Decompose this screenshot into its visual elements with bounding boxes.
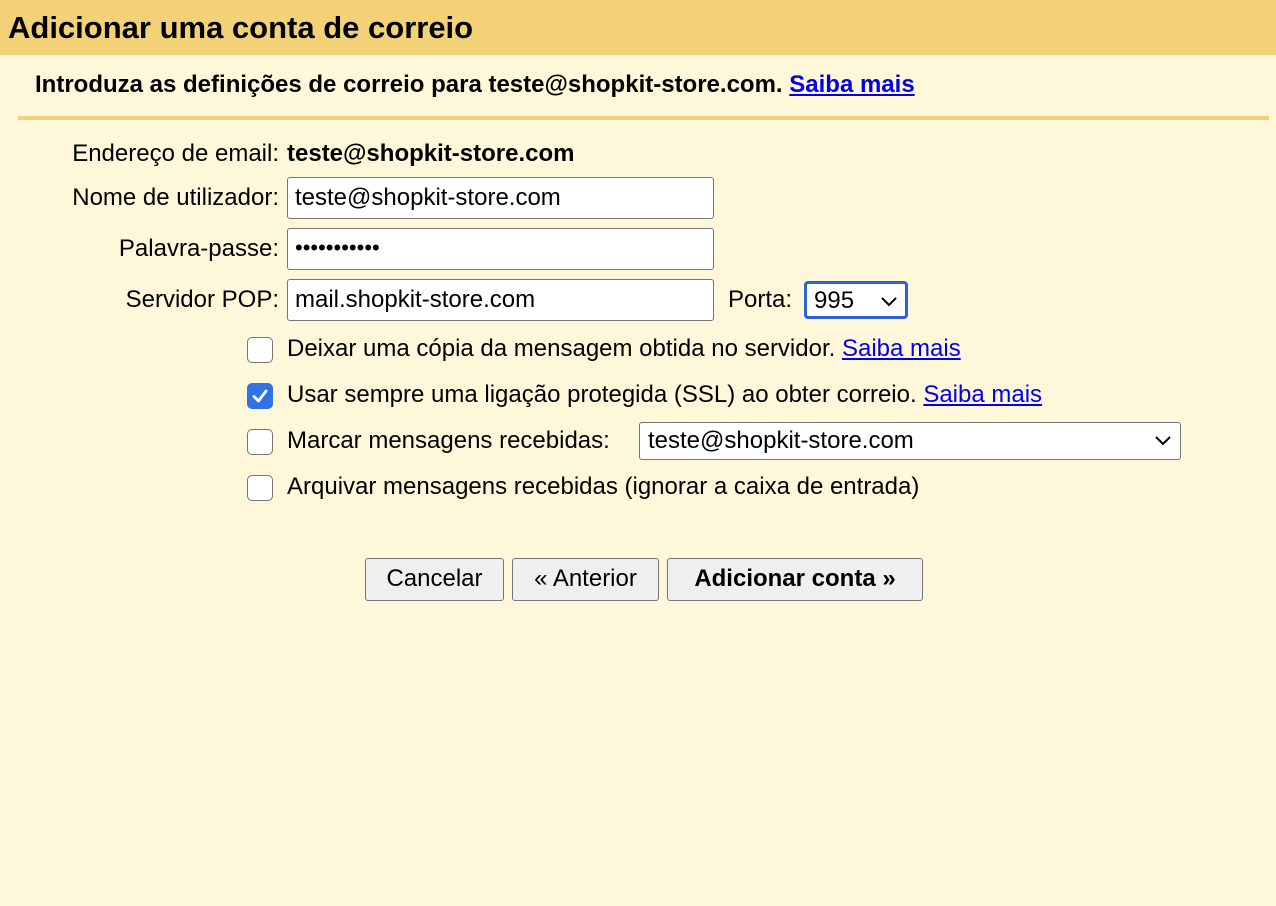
ssl-learn-more-link[interactable]: Saiba mais xyxy=(923,381,1042,408)
pop-server-input[interactable] xyxy=(287,279,714,321)
label-select-value: teste@shopkit-store.com xyxy=(648,427,914,454)
leave-copy-label: Deixar uma cópia da mensagem obtida no s… xyxy=(287,335,836,362)
leave-copy-learn-more-link[interactable]: Saiba mais xyxy=(842,335,961,362)
chevron-down-icon xyxy=(881,297,897,307)
dialog-title-bar: Adicionar uma conta de correio xyxy=(0,0,1276,55)
password-input[interactable]: ••••••••••• xyxy=(287,228,714,270)
port-select[interactable]: 995 xyxy=(804,281,908,319)
use-ssl-checkbox[interactable] xyxy=(247,383,273,409)
label-incoming-label: Marcar mensagens recebidas: xyxy=(287,427,610,454)
previous-button[interactable]: « Anterior xyxy=(512,558,659,601)
header-divider xyxy=(18,116,1269,120)
archive-incoming-checkbox[interactable] xyxy=(247,475,273,501)
pop-server-label: Servidor POP: xyxy=(125,286,279,313)
password-value: ••••••••••• xyxy=(295,235,380,260)
cancel-button[interactable]: Cancelar xyxy=(365,558,504,601)
leave-copy-checkbox[interactable] xyxy=(247,337,273,363)
email-value: teste@shopkit-store.com xyxy=(287,140,575,167)
add-account-button[interactable]: Adicionar conta » xyxy=(667,558,923,601)
label-incoming-checkbox[interactable] xyxy=(247,429,273,455)
label-select[interactable]: teste@shopkit-store.com xyxy=(639,422,1181,460)
dialog-title: Adicionar uma conta de correio xyxy=(8,10,474,45)
intro-text: Introduza as definições de correio para … xyxy=(35,71,783,98)
username-input[interactable] xyxy=(287,177,714,219)
email-label: Endereço de email: xyxy=(72,140,279,167)
username-label: Nome de utilizador: xyxy=(72,184,279,211)
archive-incoming-label: Arquivar mensagens recebidas (ignorar a … xyxy=(287,473,920,500)
use-ssl-option: Usar sempre uma ligação protegida (SSL) … xyxy=(287,380,1042,410)
learn-more-link[interactable]: Saiba mais xyxy=(789,71,914,98)
password-label: Palavra-passe: xyxy=(118,235,279,262)
checkmark-icon xyxy=(252,389,268,403)
intro-heading: Introduza as definições de correio para … xyxy=(35,70,915,100)
port-value: 995 xyxy=(814,287,855,314)
leave-copy-option: Deixar uma cópia da mensagem obtida no s… xyxy=(287,334,961,364)
port-label: Porta: xyxy=(728,286,793,313)
use-ssl-label: Usar sempre uma ligação protegida (SSL) … xyxy=(287,381,917,408)
chevron-down-icon xyxy=(1155,436,1171,446)
